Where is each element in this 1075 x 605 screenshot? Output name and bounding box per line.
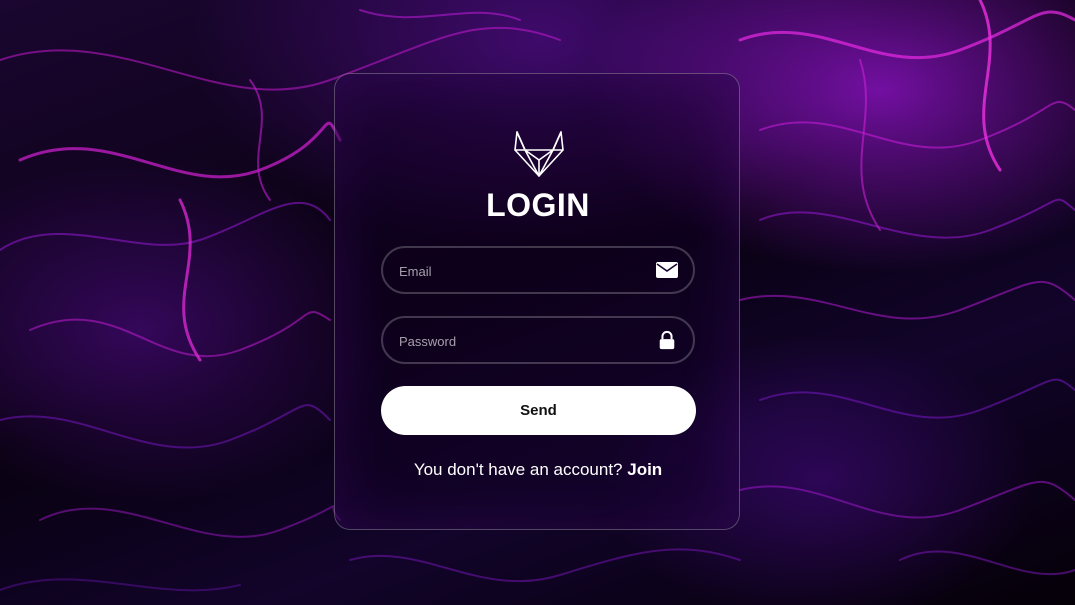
send-button[interactable]: Send (381, 386, 696, 435)
signup-prompt-text: You don't have an account? (413, 460, 623, 479)
email-field-wrapper (381, 246, 695, 294)
login-title: LOGIN (486, 187, 590, 223)
join-link[interactable]: Join (627, 460, 662, 479)
password-field-wrapper (381, 316, 695, 364)
fox-logo-icon (514, 131, 564, 177)
signup-prompt: You don't have an account? Join (335, 460, 741, 480)
password-field[interactable] (397, 318, 651, 364)
login-card: LOGIN Send You don't have an account? Jo… (334, 73, 740, 530)
email-field[interactable] (397, 248, 651, 294)
lock-icon (659, 330, 675, 350)
envelope-icon (656, 262, 678, 278)
